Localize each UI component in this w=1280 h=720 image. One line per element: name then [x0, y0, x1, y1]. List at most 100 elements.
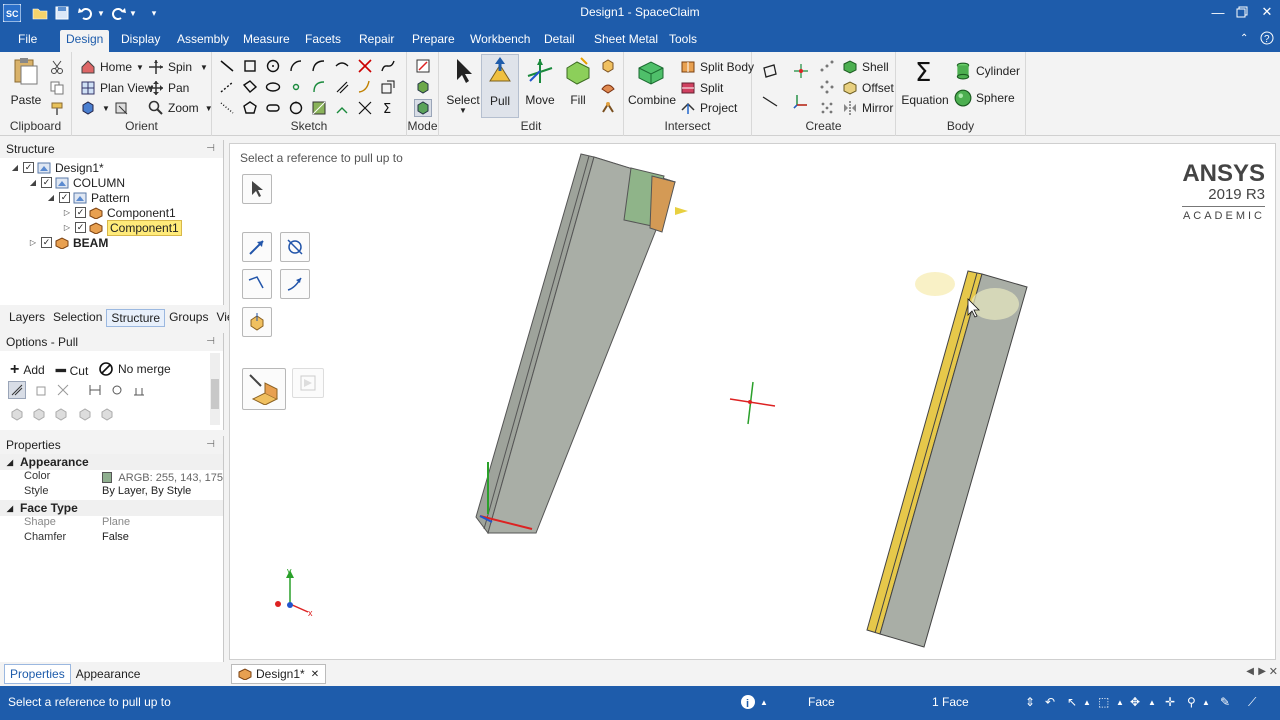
split-line-icon[interactable]: [356, 99, 374, 117]
spline-icon[interactable]: [379, 57, 397, 75]
select-mode-icon[interactable]: ⇕: [1025, 695, 1035, 709]
tab-appearance[interactable]: Appearance: [71, 665, 146, 683]
visibility-checkbox[interactable]: ✓: [23, 162, 34, 173]
pull-button[interactable]: Pull: [481, 54, 519, 118]
options-scrollbar[interactable]: [210, 353, 220, 425]
corner-icon[interactable]: [333, 99, 351, 117]
pan-status-icon[interactable]: ✛: [1165, 695, 1175, 709]
view-cube-button[interactable]: ▼: [80, 100, 110, 116]
tab-workbench[interactable]: Workbench: [464, 30, 536, 52]
tree-item-design1[interactable]: ◢ ✓ Design1*: [10, 160, 104, 175]
pin-icon[interactable]: ⊣: [206, 436, 215, 454]
slot-icon[interactable]: [264, 99, 282, 117]
tab-display[interactable]: Display: [115, 30, 166, 52]
color-row[interactable]: Color ARGB: 255, 143, 175: [0, 470, 223, 485]
option-b-icon[interactable]: [30, 405, 48, 423]
visibility-checkbox[interactable]: ✓: [41, 237, 52, 248]
option-e-icon[interactable]: [98, 405, 116, 423]
spin-dropdown-icon[interactable]: ▲: [1148, 698, 1156, 707]
replace-face-icon[interactable]: [599, 57, 617, 75]
chamfer-row[interactable]: Chamfer False: [0, 531, 223, 546]
close-doc-icon[interactable]: ✕: [1269, 665, 1278, 678]
cut-icon[interactable]: [48, 58, 66, 76]
tab-repair[interactable]: Repair: [353, 30, 400, 52]
info-dropdown-icon[interactable]: ▲: [760, 698, 768, 707]
cut-option[interactable]: ━ Cut: [56, 361, 88, 381]
offset-curve-icon[interactable]: [333, 78, 351, 96]
cylinder-button[interactable]: Cylinder: [954, 62, 1020, 80]
construction-line-icon[interactable]: [218, 78, 236, 96]
revolve-tool-button[interactable]: [280, 232, 310, 262]
tree-item-column[interactable]: ◢ ✓ COLUMN: [28, 175, 125, 190]
linear-pattern-icon[interactable]: [818, 57, 836, 75]
plane-icon[interactable]: [761, 62, 779, 80]
select-button[interactable]: Select ▼: [443, 56, 483, 115]
sketch-status-icon[interactable]: ✎: [1220, 695, 1230, 709]
arc-icon[interactable]: [287, 57, 305, 75]
option-c-icon[interactable]: [52, 405, 70, 423]
collapse-icon[interactable]: ◢: [46, 193, 56, 202]
plan-view-button[interactable]: Plan View: [80, 80, 153, 96]
direction-tool-button[interactable]: [242, 232, 272, 262]
collapse-icon[interactable]: ◢: [28, 178, 38, 187]
visibility-checkbox[interactable]: ✓: [75, 222, 86, 233]
move-button[interactable]: Move: [520, 56, 560, 107]
measure-option-icon[interactable]: [86, 381, 104, 399]
collapse-ribbon-icon[interactable]: ⌃: [1234, 30, 1254, 52]
circle-icon[interactable]: [264, 57, 282, 75]
tangent-arc-icon[interactable]: [310, 57, 328, 75]
undo-selection-icon[interactable]: ↶: [1045, 695, 1055, 709]
option-d-icon[interactable]: [76, 405, 94, 423]
combine-button[interactable]: Combine: [628, 56, 676, 107]
tab-facets[interactable]: Facets: [299, 30, 347, 52]
collapse-icon[interactable]: ◢: [0, 504, 20, 513]
box-select-dropdown-icon[interactable]: ▲: [1116, 698, 1124, 707]
select-dropdown-icon[interactable]: ▲: [1083, 698, 1091, 707]
sketch-mode-icon[interactable]: [414, 57, 432, 75]
tab-design[interactable]: Design: [60, 30, 110, 52]
restore-icon[interactable]: [1231, 2, 1253, 22]
line-icon[interactable]: [218, 57, 236, 75]
pin-icon[interactable]: ⊣: [206, 333, 215, 351]
tab-selection[interactable]: Selection: [49, 309, 106, 327]
collapse-icon[interactable]: ◢: [0, 458, 20, 467]
appearance-section[interactable]: ◢ Appearance: [0, 454, 223, 470]
fill-button[interactable]: Fill: [559, 56, 597, 107]
style-value[interactable]: By Layer, By Style: [96, 485, 223, 500]
trim-icon[interactable]: [356, 57, 374, 75]
visibility-checkbox[interactable]: ✓: [41, 177, 52, 188]
close-icon[interactable]: ✕: [1256, 2, 1278, 22]
spin-status-icon[interactable]: ✥: [1130, 695, 1140, 709]
origin-icon[interactable]: [792, 62, 810, 80]
split-body-button[interactable]: Split Body: [680, 59, 754, 75]
tree-item-pattern[interactable]: ◢ ✓ Pattern: [46, 190, 130, 205]
bend-icon[interactable]: [356, 78, 374, 96]
ellipse-icon[interactable]: [264, 78, 282, 96]
scrollbar-thumb[interactable]: [211, 379, 219, 409]
point-icon[interactable]: [287, 78, 305, 96]
info-icon[interactable]: i: [740, 694, 756, 713]
face-type-section[interactable]: ◢ Face Type: [0, 500, 223, 516]
selection-filter[interactable]: Face: [808, 695, 835, 709]
blend-tool-button[interactable]: [242, 307, 272, 337]
visibility-checkbox[interactable]: ✓: [59, 192, 70, 203]
tree-item-component1-b[interactable]: ▷ ✓ Component1: [62, 219, 182, 236]
chamfer-value[interactable]: False: [96, 531, 223, 546]
coordinate-system-icon[interactable]: [792, 92, 810, 110]
add-option[interactable]: + Add: [10, 361, 45, 379]
tree-item-component1-a[interactable]: ▷ ✓ Component1: [62, 205, 176, 220]
tree-item-beam[interactable]: ▷ ✓ BEAM: [28, 235, 108, 250]
3d-mode-icon[interactable]: [414, 99, 432, 117]
expand-icon[interactable]: ▷: [62, 208, 72, 217]
tab-properties[interactable]: Properties: [4, 664, 71, 684]
equation-button[interactable]: Σ Equation: [900, 56, 950, 107]
collapse-icon[interactable]: ◢: [10, 163, 20, 172]
tab-tools[interactable]: Tools: [663, 30, 703, 52]
style-row[interactable]: Style By Layer, By Style: [0, 485, 223, 500]
dimension-icon[interactable]: Σ: [379, 99, 397, 117]
pin-icon[interactable]: ⊣: [206, 140, 215, 158]
tab-sheet-metal[interactable]: Sheet Metal: [588, 30, 664, 52]
zoom-dropdown-icon[interactable]: ▲: [1202, 698, 1210, 707]
ruled-icon[interactable]: [32, 381, 50, 399]
scroll-left-icon[interactable]: ◀: [1246, 666, 1254, 677]
